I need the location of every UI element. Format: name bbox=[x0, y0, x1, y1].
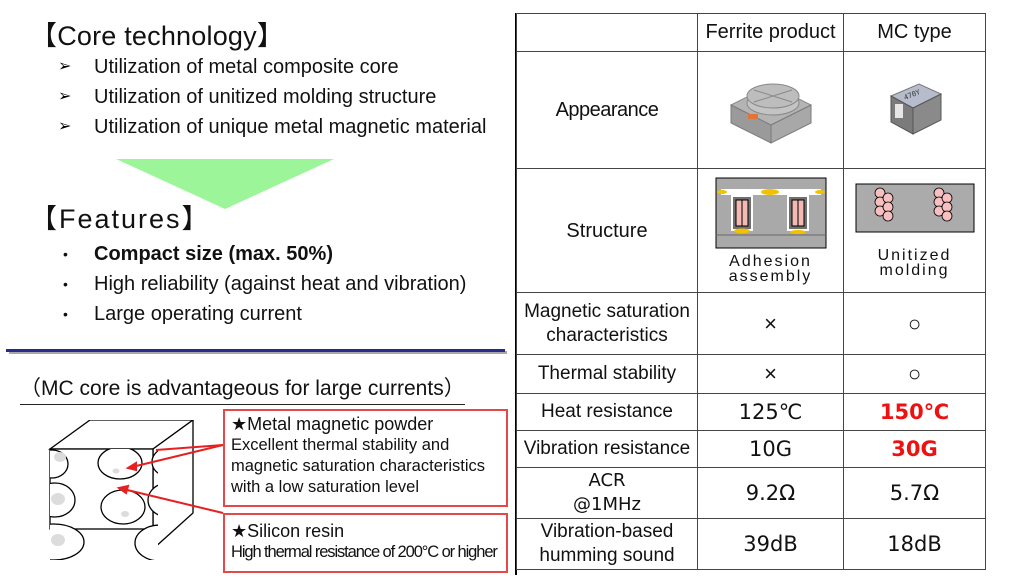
row-label: Heat resistance bbox=[516, 393, 698, 431]
list-item-text: Utilization of metal composite core bbox=[94, 56, 399, 78]
table-row-structure: Structure Adhesion assembly Unitized mol… bbox=[516, 168, 986, 293]
row-label: Structure bbox=[516, 168, 698, 293]
features-list: • Compact size (max. 50%) • High reliabi… bbox=[58, 239, 466, 329]
comparison-table: Ferrite product MC type Appearance 470Y … bbox=[516, 13, 986, 570]
list-item-text: High reliability (against heat and vibra… bbox=[94, 273, 467, 295]
ferrite-value: 9.2Ω bbox=[697, 467, 844, 519]
ferrite-value: 125℃ bbox=[697, 393, 844, 431]
list-item: ➢ Utilization of unitized molding struct… bbox=[58, 82, 486, 112]
list-item-text: Utilization of unitized molding structur… bbox=[94, 86, 437, 108]
callout-line: High thermal resistance of 200°C or high… bbox=[231, 543, 498, 561]
callout-line: Excellent thermal stability and bbox=[231, 436, 450, 454]
structure-caption: Adhesion assembly bbox=[698, 253, 843, 285]
callout-title: ★Silicon resin bbox=[231, 521, 345, 541]
table-header-row: Ferrite product MC type bbox=[516, 13, 986, 52]
ferrite-value: × bbox=[697, 354, 844, 394]
mc-core-cube-diagram bbox=[47, 420, 224, 560]
silicon-resin-callout: ★Silicon resin High thermal resistance o… bbox=[223, 513, 508, 573]
mc-value-highlight: 30G bbox=[843, 430, 986, 468]
metal-powder-callout: ★Metal magnetic powder Excellent thermal… bbox=[223, 409, 508, 507]
list-item: • Compact size (max. 50%) bbox=[58, 239, 466, 269]
list-item-text: Large operating current bbox=[94, 303, 302, 325]
row-label: Magnetic saturation characteristics bbox=[516, 292, 698, 355]
row-label: Appearance bbox=[516, 51, 698, 169]
ferrite-structure-cell: Adhesion assembly bbox=[697, 168, 844, 293]
caption-line: molding bbox=[879, 262, 950, 279]
table-row: Magnetic saturation characteristics × ○ bbox=[516, 292, 986, 355]
ferrite-inductor-image bbox=[729, 83, 812, 144]
ferrite-appearance-cell bbox=[697, 51, 844, 169]
callout-line: magnetic saturation characteristics bbox=[231, 457, 486, 475]
ferrite-value: 39dB bbox=[697, 518, 844, 570]
table-row: Thermal stability × ○ bbox=[516, 354, 986, 394]
adhesion-assembly-diagram bbox=[715, 177, 826, 249]
list-item: • Large operating current bbox=[58, 299, 466, 329]
features-title: 【Features】 bbox=[30, 204, 211, 234]
header-blank bbox=[516, 13, 698, 52]
list-item: ➢ Utilization of metal composite core bbox=[58, 52, 486, 82]
row-label: Thermal stability bbox=[516, 354, 698, 394]
table-row: Vibration resistance 10G 30G bbox=[516, 430, 986, 468]
mc-value: ○ bbox=[843, 292, 986, 355]
ferrite-value: × bbox=[697, 292, 844, 355]
caption-line: assembly bbox=[728, 268, 813, 285]
list-item: • High reliability (against heat and vib… bbox=[58, 269, 466, 299]
row-label: Vibration-based humming sound bbox=[516, 518, 698, 570]
callout-title: ★Metal magnetic powder bbox=[231, 414, 434, 434]
list-item: ➢ Utilization of unique metal magnetic m… bbox=[58, 112, 486, 142]
mc-structure-cell: Unitized molding bbox=[843, 168, 986, 293]
row-label: Vibration resistance bbox=[516, 430, 698, 468]
bullet-icon: • bbox=[63, 306, 68, 322]
callout-line: with a low saturation level bbox=[231, 478, 420, 496]
mc-value: 18dB bbox=[843, 518, 986, 570]
ferrite-value: 10G bbox=[697, 430, 844, 468]
core-technology-title: 【Core technology】 bbox=[30, 21, 285, 51]
section-divider bbox=[6, 349, 505, 352]
mc-inductor-image: 470Y bbox=[889, 82, 942, 135]
mc-appearance-cell: 470Y bbox=[843, 51, 986, 169]
header-ferrite: Ferrite product bbox=[697, 13, 844, 52]
bullet-icon: • bbox=[63, 246, 68, 262]
mc-core-subtitle: （MC core is advantageous for large curre… bbox=[20, 372, 465, 405]
core-technology-list: ➢ Utilization of metal composite core ➢ … bbox=[58, 52, 486, 142]
list-item-text: Utilization of unique metal magnetic mat… bbox=[94, 116, 487, 138]
caption-line: Unitized bbox=[877, 247, 952, 264]
row-label: ACR @1MHz bbox=[516, 467, 698, 519]
table-row-appearance: Appearance 470Y bbox=[516, 51, 986, 169]
structure-caption: Unitized molding bbox=[844, 247, 985, 279]
list-item-text: Compact size (max. 50%) bbox=[94, 243, 333, 265]
arrow-bullet-icon: ➢ bbox=[58, 88, 72, 105]
header-mc-type: MC type bbox=[843, 13, 986, 52]
table-row: Vibration-based humming sound 39dB 18dB bbox=[516, 518, 986, 570]
table-row: ACR @1MHz 9.2Ω 5.7Ω bbox=[516, 467, 986, 519]
caption-line: Adhesion bbox=[729, 253, 812, 270]
bullet-icon: • bbox=[63, 276, 68, 292]
mc-value: 5.7Ω bbox=[843, 467, 986, 519]
mc-value: ○ bbox=[843, 354, 986, 394]
table-row: Heat resistance 125℃ 150℃ bbox=[516, 393, 986, 431]
arrow-bullet-icon: ➢ bbox=[58, 58, 72, 75]
mc-value-highlight: 150℃ bbox=[843, 393, 986, 431]
arrow-bullet-icon: ➢ bbox=[58, 118, 72, 135]
unitized-molding-diagram bbox=[855, 183, 974, 233]
